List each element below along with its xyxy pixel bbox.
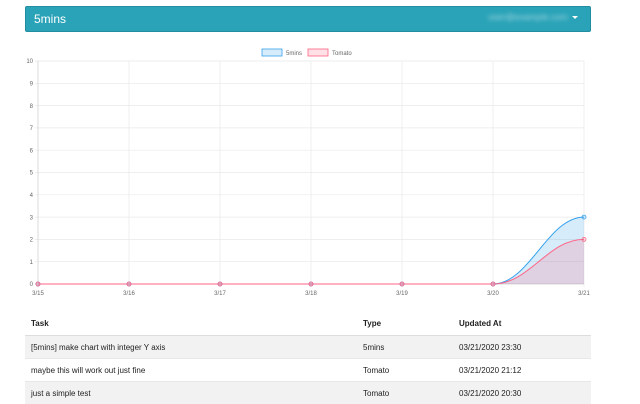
- header-task: Task: [25, 312, 357, 336]
- x-tick-label: 3/18: [305, 291, 317, 297]
- x-tick-label: 3/21: [578, 291, 590, 297]
- y-tick-label: 3: [30, 215, 34, 221]
- navbar: 5mins user@example.com: [25, 6, 591, 32]
- y-tick-label: 8: [30, 104, 34, 110]
- updated-at-cell: 03/21/2020 23:30: [453, 336, 591, 359]
- user-menu[interactable]: user@example.com: [488, 13, 578, 22]
- type-cell: 5mins: [357, 336, 453, 359]
- y-tick-label: 10: [26, 59, 33, 65]
- task-cell: [5mins] make chart with integer Y axis: [25, 336, 357, 359]
- user-name[interactable]: user@example.com: [488, 13, 568, 22]
- x-tick-label: 3/19: [396, 291, 408, 297]
- x-tick-label: 3/17: [214, 291, 226, 297]
- y-tick-label: 4: [30, 193, 34, 199]
- legend-swatch: [262, 49, 282, 56]
- x-tick-label: 3/16: [123, 291, 135, 297]
- data-point: [309, 282, 313, 286]
- legend-label: Tomato: [332, 51, 352, 57]
- y-tick-label: 5: [30, 171, 34, 177]
- y-tick-label: 9: [30, 82, 34, 88]
- legend-swatch: [308, 49, 328, 56]
- brand-link[interactable]: 5mins: [34, 12, 66, 26]
- data-point: [491, 282, 495, 286]
- type-cell: Tomato: [357, 359, 453, 382]
- x-tick-label: 3/20: [487, 291, 499, 297]
- x-tick-label: 3/15: [32, 291, 44, 297]
- data-point: [36, 282, 40, 286]
- activity-chart: 0 1 2 3 4 5 6 7 8 9 10 3/15 3/16 3/17 3/18 3/19 3/20 3/21…: [25, 44, 591, 302]
- updated-at-cell: 03/21/2020 21:12: [453, 359, 591, 382]
- y-tick-label: 0: [30, 282, 34, 288]
- task-cell: maybe this will work out just fine: [25, 359, 357, 382]
- y-tick-label: 2: [30, 238, 34, 244]
- y-tick-label: 6: [30, 148, 34, 154]
- data-point: [582, 215, 586, 219]
- updated-at-cell: 03/21/2020 20:30: [453, 382, 591, 404]
- data-point: [127, 282, 131, 286]
- header-updated-at: Updated At: [453, 312, 591, 336]
- table-row[interactable]: just a simple test Tomato 03/21/2020 20:…: [25, 382, 591, 404]
- legend-label: 5mins: [286, 51, 302, 57]
- y-tick-label: 1: [30, 260, 34, 266]
- y-tick-label: 7: [30, 126, 34, 132]
- task-table: Task Type Updated At [5mins] make chart …: [25, 312, 591, 404]
- table-row[interactable]: [5mins] make chart with integer Y axis 5…: [25, 336, 591, 359]
- data-point: [400, 282, 404, 286]
- table-header-row: Task Type Updated At: [25, 312, 591, 336]
- caret-down-icon[interactable]: [572, 16, 578, 19]
- data-point: [582, 237, 586, 241]
- data-point: [218, 282, 222, 286]
- table-row[interactable]: maybe this will work out just fine Tomat…: [25, 359, 591, 382]
- type-cell: Tomato: [357, 382, 453, 404]
- task-cell: just a simple test: [25, 382, 357, 404]
- header-type: Type: [357, 312, 453, 336]
